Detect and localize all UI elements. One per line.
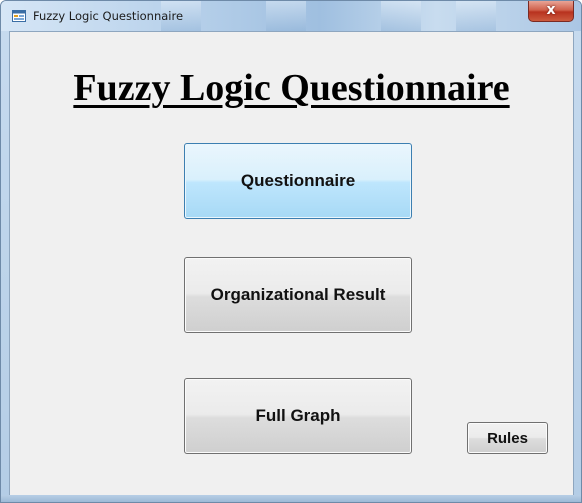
app-form-icon[interactable] <box>12 9 26 22</box>
title-bar[interactable]: Fuzzy Logic Questionnaire x <box>1 1 581 31</box>
titlebar-decoration <box>381 1 421 31</box>
window-title: Fuzzy Logic Questionnaire <box>33 9 184 23</box>
full-graph-button[interactable]: Full Graph <box>184 378 412 454</box>
titlebar-decoration <box>266 1 306 31</box>
close-icon: x <box>546 2 556 18</box>
window-bottom-border <box>1 495 581 502</box>
form-client-area: Fuzzy Logic Questionnaire Questionnaire … <box>9 31 574 496</box>
questionnaire-button[interactable]: Questionnaire <box>184 143 412 219</box>
app-window: Fuzzy Logic Questionnaire x Fuzzy Logic … <box>0 0 582 503</box>
close-button[interactable]: x <box>528 1 574 22</box>
page-title: Fuzzy Logic Questionnaire <box>73 67 510 109</box>
rules-button[interactable]: Rules <box>467 422 548 454</box>
titlebar-decoration <box>456 1 496 31</box>
organizational-result-button[interactable]: Organizational Result <box>184 257 412 333</box>
